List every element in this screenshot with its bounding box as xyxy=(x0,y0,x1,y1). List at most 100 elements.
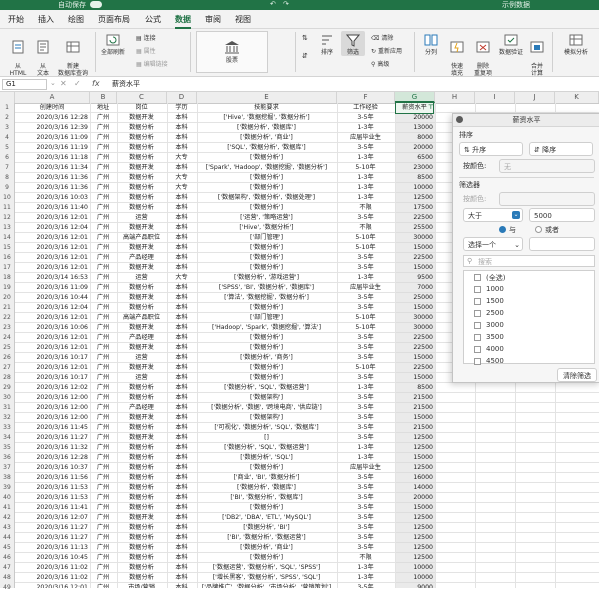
cell-skills[interactable]: ['SPSS', 'BI', '数据分析', '数据库'] xyxy=(198,283,335,293)
sort-az-button[interactable]: ⇅ xyxy=(302,34,308,42)
cell-created-time[interactable]: 2020/3/16 12:07 xyxy=(16,513,88,523)
value-checkbox[interactable] xyxy=(474,334,481,341)
redo-icon[interactable]: ↷ xyxy=(283,0,289,8)
refresh-all-button[interactable]: 全部刷新 xyxy=(98,33,128,56)
cell-skills[interactable]: ['数据架构'] xyxy=(198,413,335,423)
column-header-d[interactable]: D xyxy=(167,92,197,103)
cell-salary[interactable]: 15000 xyxy=(396,263,433,273)
row-header[interactable]: 46 xyxy=(0,553,14,563)
cell-salary[interactable]: 20000 xyxy=(396,493,433,503)
cell-position[interactable]: 数据分析 xyxy=(118,503,165,513)
cell-salary[interactable]: 12500 xyxy=(396,513,433,523)
sort-button[interactable]: 排序 xyxy=(318,33,336,56)
header-cell-position[interactable]: 岗位 xyxy=(118,103,165,113)
select-all-corner[interactable] xyxy=(0,92,15,103)
column-header-c[interactable]: C xyxy=(117,92,167,103)
filter-button[interactable]: 筛选 xyxy=(341,31,365,56)
cell-address[interactable]: 广州 xyxy=(91,273,115,283)
cell-created-time[interactable]: 2020/3/16 11:36 xyxy=(16,173,88,183)
cell-skills[interactable]: ['DB2', 'DBA', 'ETL', 'MySQL'] xyxy=(198,513,335,523)
cell-address[interactable]: 广州 xyxy=(91,363,115,373)
cell-address[interactable]: 广州 xyxy=(91,503,115,513)
cell-position[interactable]: 数据分析 xyxy=(118,183,165,193)
cell-created-time[interactable]: 2020/3/16 11:53 xyxy=(16,493,88,503)
cell-experience[interactable]: 1-3年 xyxy=(338,453,393,463)
cell-experience[interactable]: 1-3年 xyxy=(338,573,393,583)
cell-salary[interactable]: 23000 xyxy=(396,163,433,173)
row-header[interactable]: 11 xyxy=(0,203,14,213)
cell-created-time[interactable]: 2020/3/16 10:17 xyxy=(16,353,88,363)
row-header[interactable]: 22 xyxy=(0,313,14,323)
cell-position[interactable]: 数据分析 xyxy=(118,423,165,433)
cell-salary[interactable]: 15000 xyxy=(396,413,433,423)
cell-address[interactable]: 广州 xyxy=(91,563,115,573)
cell-experience[interactable]: 3-5年 xyxy=(338,353,393,363)
cell-position[interactable]: 数据开发 xyxy=(118,293,165,303)
condition-value-input[interactable]: 5000 xyxy=(529,208,595,222)
cell-created-time[interactable]: 2020/3/16 12:28 xyxy=(16,113,88,123)
row-header[interactable]: 32 xyxy=(0,413,14,423)
cell-experience[interactable]: 3-5年 xyxy=(338,393,393,403)
cell-education[interactable]: 本科 xyxy=(168,353,195,363)
cell-experience[interactable]: 5-10年 xyxy=(338,163,393,173)
column-header-i[interactable]: I xyxy=(475,92,515,103)
cell-experience[interactable]: 1-3年 xyxy=(338,273,393,283)
cell-experience[interactable]: 3-5年 xyxy=(338,263,393,273)
cell-salary[interactable]: 20000 xyxy=(396,113,433,123)
row-header[interactable]: 2 xyxy=(0,113,14,123)
split-column-button[interactable]: 分列 xyxy=(421,33,441,56)
cell-experience[interactable]: 3-5年 xyxy=(338,483,393,493)
cell-experience[interactable]: 3-5年 xyxy=(338,253,393,263)
filter-color-select[interactable] xyxy=(499,192,595,206)
cell-salary[interactable]: 21500 xyxy=(396,393,433,403)
cell-experience[interactable]: 1-3年 xyxy=(338,173,393,183)
search-box[interactable]: ⚲ 搜索 xyxy=(463,255,595,267)
cell-salary[interactable]: 12500 xyxy=(396,443,433,453)
cell-address[interactable]: 广州 xyxy=(91,373,115,383)
cell-salary[interactable]: 30000 xyxy=(396,233,433,243)
row-header[interactable]: 48 xyxy=(0,573,14,583)
cell-salary[interactable]: 10000 xyxy=(396,183,433,193)
cell-created-time[interactable]: 2020/3/16 12:01 xyxy=(16,583,88,588)
value-list[interactable] xyxy=(463,270,595,364)
cell-position[interactable]: 数据分析 xyxy=(118,533,165,543)
cell-experience[interactable]: 3-5年 xyxy=(338,293,393,303)
cell-created-time[interactable]: 2020/3/16 12:00 xyxy=(16,393,88,403)
cell-salary[interactable]: 15000 xyxy=(396,243,433,253)
cell-address[interactable]: 广州 xyxy=(91,333,115,343)
cell-salary[interactable]: 10000 xyxy=(396,573,433,583)
cell-skills[interactable]: ['数据分析'] xyxy=(198,253,335,263)
row-header[interactable]: 4 xyxy=(0,133,14,143)
cell-address[interactable]: 广州 xyxy=(91,193,115,203)
row-header[interactable]: 10 xyxy=(0,193,14,203)
row-header[interactable]: 25 xyxy=(0,343,14,353)
value-checkbox[interactable] xyxy=(474,310,481,317)
cell-experience[interactable]: 3-5年 xyxy=(338,493,393,503)
cell-address[interactable]: 广州 xyxy=(91,453,115,463)
cell-skills[interactable]: ['数据分析'] xyxy=(198,503,335,513)
cell-experience[interactable]: 3-5年 xyxy=(338,413,393,423)
cell-skills[interactable]: ['BI', '数据分析', '数据运营'] xyxy=(198,533,335,543)
cell-experience[interactable]: 5-10年 xyxy=(338,313,393,323)
cell-address[interactable]: 广州 xyxy=(91,203,115,213)
and-radio[interactable] xyxy=(499,226,506,233)
cell-education[interactable]: 本科 xyxy=(168,583,195,588)
cell-created-time[interactable]: 2020/3/16 11:36 xyxy=(16,183,88,193)
sort-ascending-button[interactable]: ⇅ 升序 xyxy=(459,142,523,156)
cell-address[interactable]: 广州 xyxy=(91,443,115,453)
cell-address[interactable]: 广州 xyxy=(91,233,115,243)
from-html-button[interactable]: 从 HTML xyxy=(6,33,30,77)
cell-skills[interactable]: ['Spark', 'Hadoop', '数据挖掘', '数据分析'] xyxy=(198,163,335,173)
column-header-a[interactable]: A xyxy=(15,92,90,103)
row-header[interactable]: 26 xyxy=(0,353,14,363)
cell-education[interactable]: 本科 xyxy=(168,373,195,383)
confirm-icon[interactable]: ✓ xyxy=(74,79,81,88)
cell-education[interactable]: 本科 xyxy=(168,323,195,333)
row-header[interactable]: 31 xyxy=(0,403,14,413)
cell-address[interactable]: 广州 xyxy=(91,313,115,323)
row-header[interactable]: 13 xyxy=(0,223,14,233)
cell-experience[interactable]: 3-5年 xyxy=(338,143,393,153)
cell-position[interactable]: 数据开发 xyxy=(118,363,165,373)
cell-salary[interactable]: 12500 xyxy=(396,463,433,473)
cell-created-time[interactable]: 2020/3/16 11:27 xyxy=(16,523,88,533)
